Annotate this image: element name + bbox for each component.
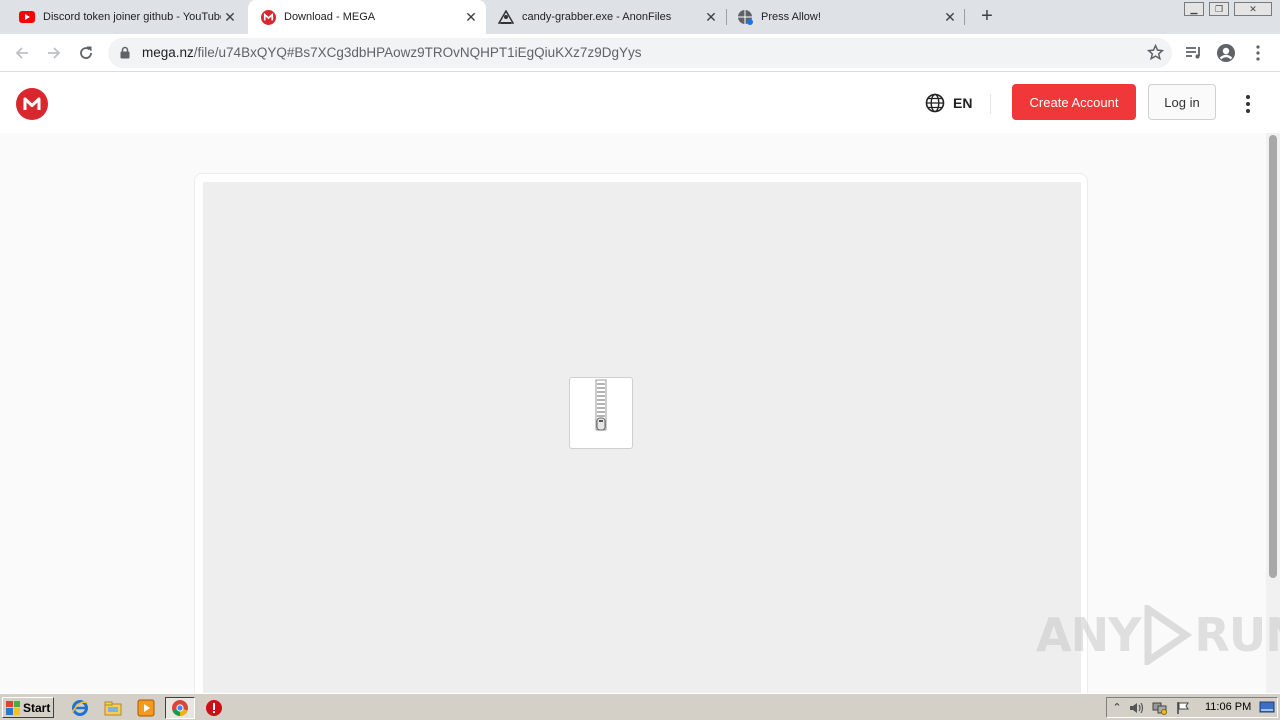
playlist-icon xyxy=(1186,47,1200,59)
opera-icon[interactable] xyxy=(204,698,224,718)
forward-arrow-icon xyxy=(48,47,61,59)
file-preview-card xyxy=(194,173,1088,703)
anonfiles-icon xyxy=(498,9,514,25)
chrome-taskbar-button[interactable] xyxy=(165,697,195,719)
tab-mega[interactable]: Download - MEGA ✕ xyxy=(248,0,486,34)
globe-icon xyxy=(737,9,753,25)
url-path: /file/u74BxQYQ#Bs7XCg3dbHPAowz9TROvNQHPT… xyxy=(193,45,642,60)
bookmark-star-icon[interactable] xyxy=(1146,43,1165,66)
browser-toolbar: mega.nz/file/u74BxQYQ#Bs7XCg3dbHPAowz9TR… xyxy=(0,34,1280,72)
tab-close-icon[interactable]: ✕ xyxy=(462,9,480,26)
tab-separator xyxy=(964,9,965,25)
chrome-icon xyxy=(172,700,188,716)
close-window-button[interactable]: ✕ xyxy=(1234,2,1272,16)
start-label: Start xyxy=(23,700,51,715)
show-hidden-icons-icon[interactable]: ⌃ xyxy=(1109,701,1125,715)
action-center-flag-icon[interactable] xyxy=(1175,701,1191,715)
scrollbar-thumb[interactable] xyxy=(1269,135,1277,578)
watermark-right: RUN xyxy=(1194,608,1280,662)
tab-title: Press Allow! xyxy=(761,11,821,23)
profile-icon xyxy=(1217,44,1235,62)
windows-flag-icon xyxy=(6,700,20,715)
file-preview-area xyxy=(203,182,1081,702)
create-account-button[interactable]: Create Account xyxy=(1012,84,1136,120)
tab-title: Download - MEGA xyxy=(284,11,376,23)
tab-title: Discord token joiner github - YouTube xyxy=(43,11,221,23)
media-player-icon[interactable] xyxy=(136,698,156,718)
back-button[interactable] xyxy=(10,41,34,65)
tab-title: candy-grabber.exe - AnonFiles xyxy=(522,11,672,23)
volume-icon[interactable] xyxy=(1129,701,1145,715)
back-arrow-icon xyxy=(15,47,28,59)
youtube-icon xyxy=(19,9,35,25)
browser-tab-strip: Discord token joiner github - YouTube ✕ … xyxy=(0,0,1280,34)
file-explorer-icon[interactable] xyxy=(103,698,123,718)
header-divider xyxy=(990,94,991,114)
tab-close-icon[interactable]: ✕ xyxy=(941,9,959,26)
tab-close-icon[interactable]: ✕ xyxy=(221,9,239,26)
windows-taskbar: Start ⌃ 11:06 PM xyxy=(0,693,1280,720)
internet-explorer-icon[interactable] xyxy=(70,698,90,718)
more-vert-icon xyxy=(1256,45,1260,61)
tab-youtube[interactable]: Discord token joiner github - YouTube ✕ xyxy=(0,0,245,34)
taskbar-clock[interactable]: 11:06 PM xyxy=(1205,701,1251,713)
start-button[interactable]: Start xyxy=(2,697,54,718)
network-icon[interactable] xyxy=(1152,701,1168,715)
restore-button[interactable]: ❐ xyxy=(1209,2,1229,16)
url-text: mega.nz/file/u74BxQYQ#Bs7XCg3dbHPAowz9TR… xyxy=(142,45,641,60)
play-logo-icon xyxy=(1144,605,1193,665)
language-selector[interactable]: EN xyxy=(925,93,972,113)
watermark-left: ANY xyxy=(1036,608,1141,662)
globe-icon xyxy=(925,93,945,113)
reload-button[interactable] xyxy=(74,41,98,65)
show-desktop-icon[interactable] xyxy=(1259,701,1275,715)
tab-close-icon[interactable]: ✕ xyxy=(702,9,720,26)
zip-file-icon xyxy=(569,377,633,449)
forward-button[interactable] xyxy=(42,41,66,65)
mega-logo[interactable] xyxy=(16,88,48,120)
login-button[interactable]: Log in xyxy=(1148,84,1216,120)
anyrun-watermark: ANY RUN xyxy=(1036,605,1280,665)
lock-icon xyxy=(120,46,130,64)
more-options-button[interactable] xyxy=(1238,93,1258,115)
browser-menu-button[interactable] xyxy=(1246,41,1270,65)
system-tray: ⌃ 11:06 PM xyxy=(1106,697,1278,718)
language-label: EN xyxy=(953,95,973,111)
mega-icon xyxy=(260,9,276,25)
address-bar[interactable]: mega.nz/file/u74BxQYQ#Bs7XCg3dbHPAowz9TR… xyxy=(108,38,1172,68)
mega-logo-icon xyxy=(23,97,41,110)
reload-icon xyxy=(80,46,92,59)
url-host: mega.nz xyxy=(142,45,194,60)
new-tab-button[interactable]: + xyxy=(976,5,998,27)
tab-press-allow[interactable]: Press Allow! ✕ xyxy=(727,0,965,34)
media-control-button[interactable] xyxy=(1182,41,1206,65)
tab-anonfiles[interactable]: candy-grabber.exe - AnonFiles ✕ xyxy=(486,0,726,34)
minimize-button[interactable]: ▁ xyxy=(1184,2,1204,16)
mega-header: EN Create Account Log in xyxy=(0,73,1280,133)
profile-button[interactable] xyxy=(1214,41,1238,65)
